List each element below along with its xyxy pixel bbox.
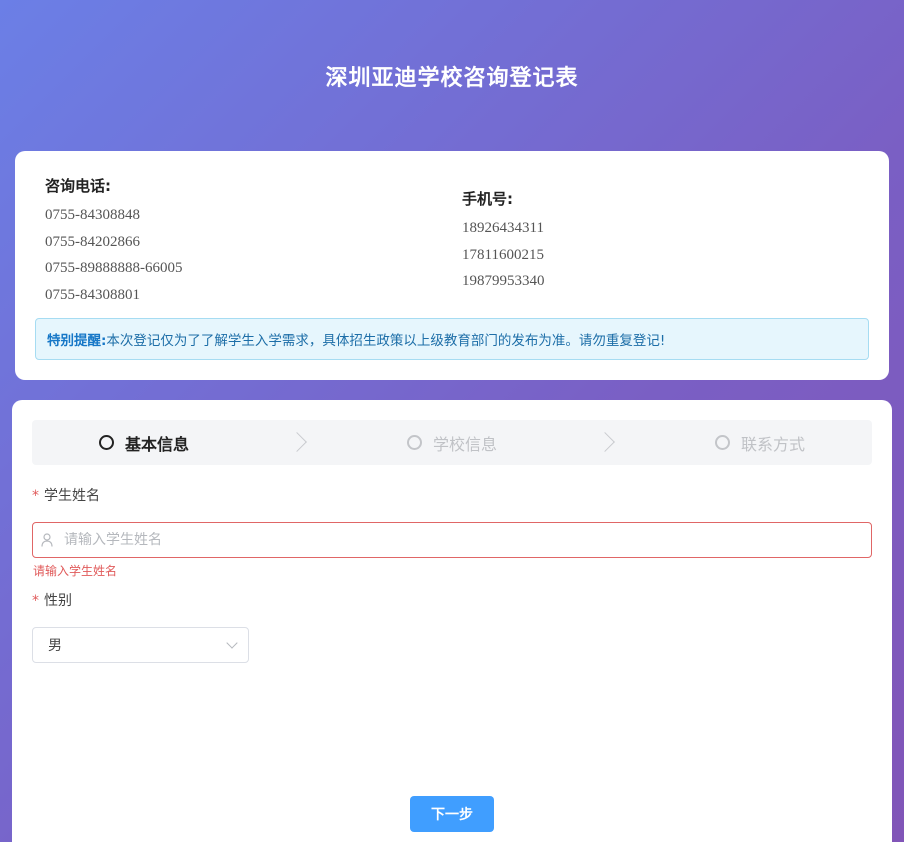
contact-info-card: 咨询电话: 0755-84308848 0755-84202866 0755-8… (15, 151, 889, 380)
step-label: 联系方式 (741, 434, 806, 454)
step-indicator: 基本信息 学校信息 联系方式 (32, 420, 872, 465)
step-label: 基本信息 (125, 434, 190, 454)
mobile-label: 手机号: (462, 190, 513, 208)
notice-alert: 特别提醒: 本次登记仅为了了解学生入学需求，具体招生政策以上级教育部门的发布为准… (35, 318, 869, 360)
required-mark: * (32, 488, 39, 504)
student-name-error: 请输入学生姓名 (33, 564, 118, 578)
mobile-number: 18926434311 (462, 220, 544, 236)
step-contact-info[interactable]: 联系方式 (715, 420, 805, 465)
consult-phone-number: 0755-89888888-66005 (45, 260, 183, 276)
step-label: 学校信息 (433, 434, 498, 454)
step-circle-icon (99, 435, 114, 450)
consult-phone-number: 0755-84202866 (45, 233, 140, 250)
student-name-label: * 学生姓名 (32, 488, 100, 504)
mobile-number: 17811600215 (462, 246, 544, 263)
chevron-right-icon (595, 432, 615, 452)
user-icon (41, 533, 53, 547)
chevron-right-icon (287, 432, 307, 452)
page-title: 深圳亚迪学校咨询登记表 (325, 66, 579, 91)
mobile-number: 19879953340 (462, 273, 545, 289)
student-name-input[interactable] (64, 532, 844, 548)
consult-phone-number: 0755-84308848 (45, 207, 140, 223)
chevron-down-icon (226, 637, 238, 649)
next-step-button[interactable]: 下一步 (410, 796, 494, 832)
step-circle-icon (715, 435, 730, 450)
gender-select[interactable]: 男 (32, 627, 249, 663)
step-basic-info[interactable]: 基本信息 (99, 420, 189, 465)
notice-label: 特别提醒: (47, 333, 107, 349)
consult-phone-section: 咨询电话: 0755-84308848 0755-84202866 0755-8… (45, 175, 183, 308)
gender-selected-value: 男 (48, 638, 62, 654)
student-name-field[interactable] (32, 522, 872, 558)
mobile-section: 手机号: 18926434311 17811600215 19879953340 (462, 188, 545, 295)
step-school-info[interactable]: 学校信息 (407, 420, 497, 465)
consult-phone-label: 咨询电话: (45, 177, 111, 195)
consult-phone-number: 0755-84308801 (45, 286, 140, 303)
required-mark: * (32, 593, 39, 609)
notice-text: 本次登记仅为了了解学生入学需求，具体招生政策以上级教育部门的发布为准。请勿重复登… (106, 333, 666, 349)
registration-form-card: 基本信息 学校信息 联系方式 *学生姓名 请输入学生姓名 *性别 男 下一步 (12, 400, 892, 842)
step-circle-icon (407, 435, 422, 450)
gender-label: * 性别 (32, 593, 72, 609)
